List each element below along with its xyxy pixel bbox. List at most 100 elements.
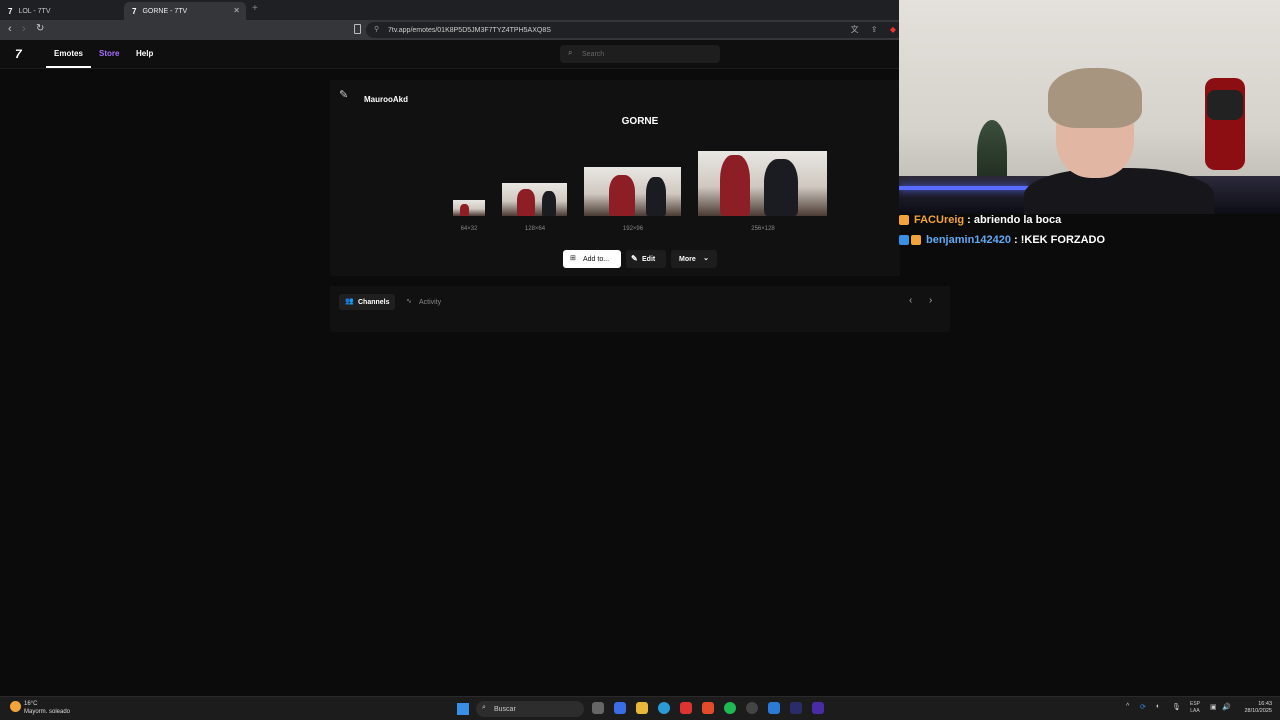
- widgets-icon[interactable]: [614, 702, 626, 714]
- browser-tab-bar: 7 LOL - 7TV 7 GORNE - 7TV ✕ +: [0, 0, 900, 20]
- emote-figure: [646, 177, 666, 216]
- emote-figure: [460, 204, 469, 216]
- browser-tab-gorne[interactable]: 7 GORNE - 7TV ✕: [124, 2, 246, 20]
- brave-icon[interactable]: [702, 702, 714, 714]
- prime-badge-icon: [899, 235, 909, 245]
- sync-icon[interactable]: ⟳: [1140, 703, 1146, 711]
- tray-chevron-icon[interactable]: ^: [1126, 703, 1129, 710]
- 7tv-logo-icon[interactable]: 7: [15, 47, 22, 61]
- back-arrow-icon[interactable]: ‹: [8, 23, 12, 35]
- edit-button[interactable]: ✎ Edit: [626, 250, 666, 268]
- search-icon: ⌕: [482, 704, 486, 711]
- weather-temp: 16°C: [24, 701, 38, 707]
- browser-tab-label: GORNE - 7TV: [142, 7, 188, 15]
- tray-app-icon[interactable]: ◐: [1156, 703, 1160, 710]
- webcam-overlay: [899, 0, 1280, 214]
- after-effects-icon[interactable]: [790, 702, 802, 714]
- chevron-down-icon: ⌄: [703, 255, 709, 262]
- emote-preview-192: [584, 167, 681, 216]
- emote-figure: [609, 175, 635, 216]
- taskbar: 16°C Mayorm. soleado ⌕ Buscar ^ ⟳ ◐ 🎙 ES…: [0, 696, 1280, 720]
- obs-icon[interactable]: [746, 702, 758, 714]
- network-icon[interactable]: ▣: [1210, 703, 1217, 711]
- emote-figure: [764, 159, 798, 216]
- bookmark-icon[interactable]: [354, 24, 361, 34]
- translate-icon[interactable]: 文: [851, 25, 859, 34]
- size-label: 256×128: [751, 226, 775, 232]
- streamer-body: [1024, 168, 1214, 214]
- search-input[interactable]: ⌕ Search: [560, 45, 720, 63]
- browser-tab-label: LOL - 7TV: [18, 7, 51, 15]
- chat-username: benjamin142420: [926, 234, 1011, 246]
- more-button[interactable]: More ⌄: [671, 250, 717, 268]
- emote-figure: [542, 191, 556, 216]
- browser-tab-lol[interactable]: 7 LOL - 7TV: [0, 2, 122, 20]
- site-info-icon[interactable]: ⚲: [374, 25, 379, 33]
- page-next-icon[interactable]: ›: [929, 295, 932, 306]
- reload-icon[interactable]: ↻: [36, 23, 44, 34]
- size-label: 128×64: [524, 226, 546, 232]
- close-tab-icon[interactable]: ✕: [233, 6, 240, 15]
- edit-label: Edit: [642, 255, 656, 263]
- extension-icon[interactable]: ◆: [890, 25, 896, 34]
- microphone-head: [1207, 90, 1243, 120]
- spotify-icon[interactable]: [724, 702, 736, 714]
- emote-preview-128: [502, 183, 567, 216]
- media-encoder-icon[interactable]: [812, 702, 824, 714]
- file-explorer-icon[interactable]: [636, 702, 648, 714]
- weather-icon: [10, 701, 21, 712]
- url-field[interactable]: ⚲ 7tv.app/emotes/01K8P5D5JM3F7TYZ4TPH5AX…: [366, 22, 900, 38]
- mic-icon[interactable]: 🎙: [1172, 703, 1181, 711]
- size-label: 64×32: [460, 226, 478, 232]
- subscriber-badge-icon: [899, 215, 909, 225]
- share-icon[interactable]: ⇪: [871, 25, 878, 34]
- weather-desc: Mayorm. soleado: [24, 709, 71, 715]
- chat-username: FACUreig: [914, 214, 965, 226]
- tab-channels[interactable]: 👥 Channels: [339, 294, 395, 310]
- taskbar-search[interactable]: ⌕ Buscar: [476, 701, 584, 717]
- nav-emotes[interactable]: Emotes: [54, 49, 83, 58]
- search-icon: ⌕: [568, 48, 573, 57]
- 7tv-favicon-icon: 7: [8, 6, 13, 16]
- forward-arrow-icon[interactable]: ›: [22, 23, 26, 35]
- windows-start-icon[interactable]: [457, 703, 469, 715]
- clock-date: 28/10/2025: [1244, 708, 1272, 714]
- chat-message: : abriendo la boca: [967, 214, 1062, 226]
- nav-help[interactable]: Help: [136, 49, 153, 58]
- address-bar-actions: 文 ⇪ ◆: [841, 24, 896, 35]
- emote-tabs-panel: 👥 Channels ∿ Activity ‹ ›: [330, 286, 950, 332]
- search-placeholder: Search: [582, 50, 605, 58]
- lang-line1: ESP: [1190, 701, 1201, 707]
- tab-activity-label: Activity: [419, 298, 442, 306]
- url-text: 7tv.app/emotes/01K8P5D5JM3F7TYZ4TPH5AXQ8…: [388, 26, 551, 34]
- volume-icon[interactable]: 🔊: [1222, 703, 1231, 711]
- streamer: [1024, 68, 1214, 214]
- add-to-button[interactable]: ⊞ Add to...: [563, 250, 621, 268]
- nav-store[interactable]: Store: [99, 49, 119, 58]
- new-tab-button[interactable]: +: [252, 3, 258, 14]
- folder-plus-icon: ⊞: [570, 255, 576, 262]
- emote-card: ✎ MaurooAkd GORNE 64×32 128×64 192×96 25…: [330, 80, 900, 276]
- size-label: 192×96: [622, 226, 644, 232]
- chat-line: benjamin142420 : !KEK FORZADO: [899, 234, 1105, 246]
- language-indicator[interactable]: ESP LAA: [1190, 701, 1200, 715]
- weather-widget[interactable]: 16°C Mayorm. soleado: [10, 700, 70, 716]
- owner-name[interactable]: MaurooAkd: [364, 95, 408, 104]
- users-icon: 👥: [345, 298, 354, 305]
- app-icon[interactable]: [768, 702, 780, 714]
- 7tv-favicon-icon: 7: [132, 6, 137, 16]
- emote-title: GORNE: [621, 116, 659, 127]
- activity-icon: ∿: [406, 298, 412, 305]
- calendar-app-icon[interactable]: [680, 702, 692, 714]
- edge-icon[interactable]: [658, 702, 670, 714]
- tab-activity[interactable]: ∿ Activity: [403, 294, 453, 310]
- add-to-label: Add to...: [583, 255, 610, 263]
- page-prev-icon[interactable]: ‹: [909, 295, 912, 306]
- chat-line: FACUreig : abriendo la boca: [899, 214, 1061, 226]
- task-view-icon[interactable]: [592, 702, 604, 714]
- emote-figure: [517, 189, 535, 216]
- emote-preview-64: [453, 200, 485, 216]
- clock[interactable]: 16:43 28/10/2025: [1238, 701, 1272, 715]
- emote-preview-256: [698, 151, 827, 216]
- owner-avatar[interactable]: ✎: [339, 88, 348, 101]
